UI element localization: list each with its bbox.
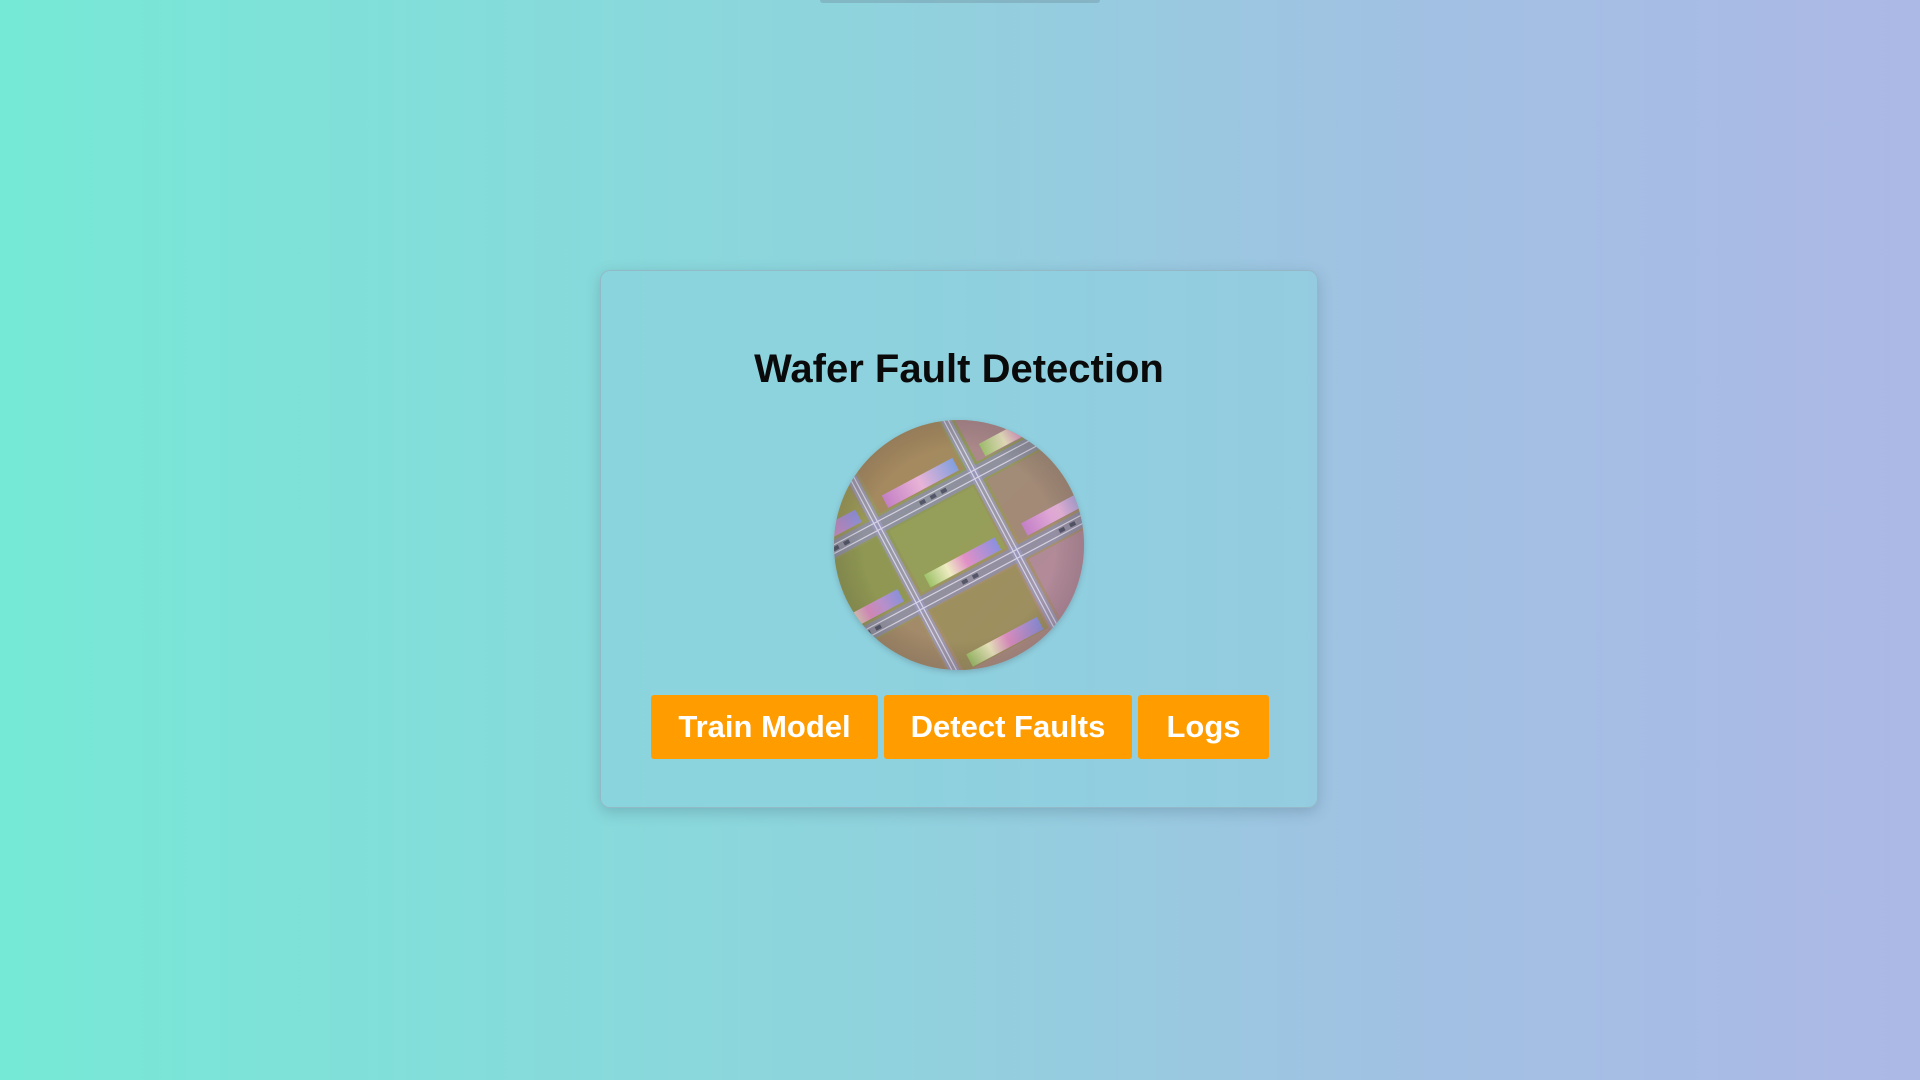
semiconductor-wafer-image <box>834 420 1084 670</box>
detect-faults-button[interactable]: Detect Faults <box>884 695 1132 759</box>
main-card: Wafer Fault Detection Train Model Detect… <box>600 270 1318 808</box>
action-buttons: Train Model Detect Faults Logs <box>651 695 1269 759</box>
page-title: Wafer Fault Detection <box>754 347 1164 391</box>
train-model-button[interactable]: Train Model <box>651 695 878 759</box>
top-edge-sliver <box>820 0 1100 3</box>
logs-button[interactable]: Logs <box>1138 695 1269 759</box>
